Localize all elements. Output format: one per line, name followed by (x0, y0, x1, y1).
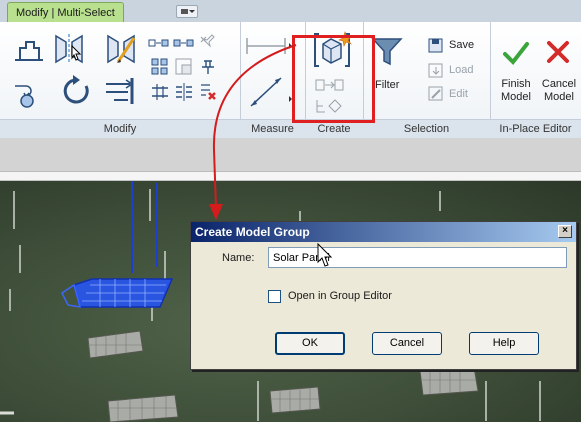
mouse-cursor-icon (317, 242, 333, 267)
app-window: Modify | Multi-Select Modify Measure Cre… (0, 0, 581, 422)
callout-arrow-icon (212, 44, 297, 209)
annotation-overlay (209, 44, 333, 267)
callout-arrowhead-icon (209, 204, 223, 220)
